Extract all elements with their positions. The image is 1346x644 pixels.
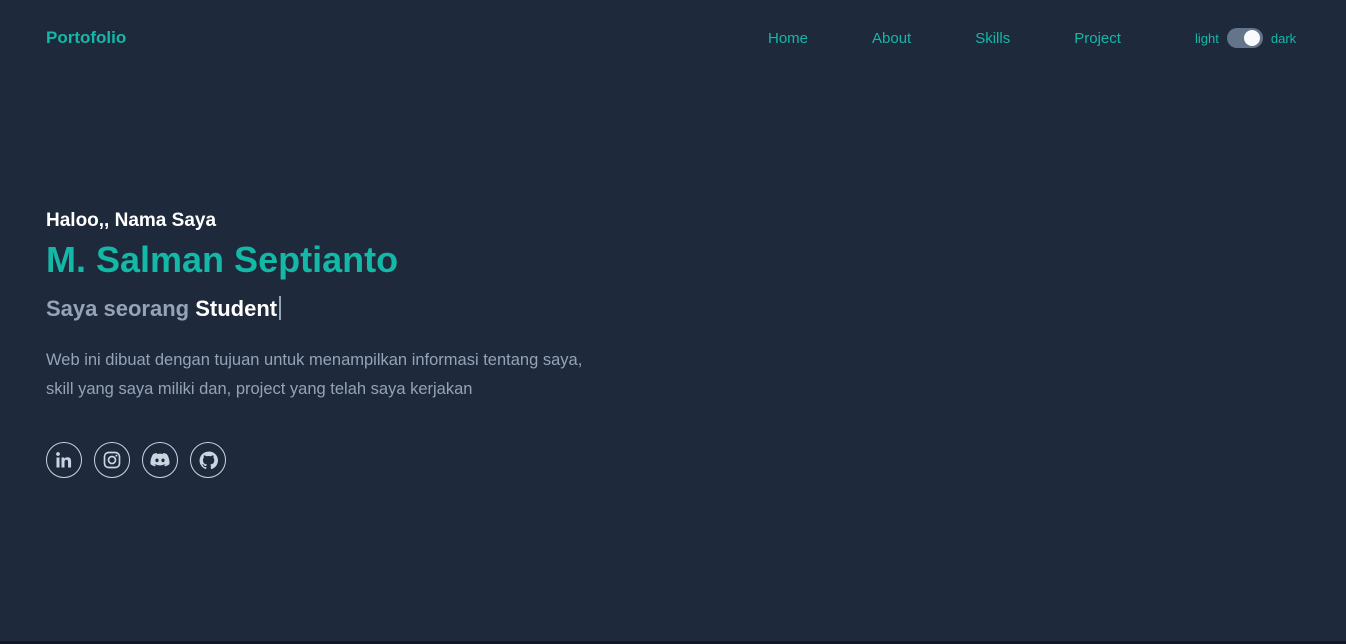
instagram-icon: [103, 451, 121, 469]
description-line-2: skill yang saya miliki dan, project yang…: [46, 380, 473, 398]
theme-toggle: light dark: [1195, 28, 1296, 48]
typing-cursor: [279, 296, 282, 320]
nav-project-link[interactable]: Project: [1074, 30, 1121, 47]
nav-skills-link[interactable]: Skills: [975, 30, 1010, 47]
theme-light-label: light: [1195, 30, 1219, 46]
role-prefix: Saya seorang: [46, 296, 190, 321]
linkedin-icon: [56, 452, 72, 468]
github-link[interactable]: [190, 442, 226, 478]
instagram-link[interactable]: [94, 442, 130, 478]
description-line-1: Web ini dibuat dengan tujuan untuk menam…: [46, 351, 583, 369]
discord-icon: [150, 453, 170, 467]
social-links: [46, 442, 666, 478]
hero-role: Saya seorang Student: [46, 294, 666, 324]
discord-link[interactable]: [142, 442, 178, 478]
brand-logo-link[interactable]: Portofolio: [46, 28, 126, 48]
hero-name: M. Salman Septianto: [46, 239, 399, 280]
hero-greeting: Haloo,, Nama Saya: [46, 210, 217, 231]
linkedin-link[interactable]: [46, 442, 82, 478]
switch-knob: [1243, 30, 1260, 46]
nav-about-link[interactable]: About: [872, 30, 911, 47]
top-navbar: Portofolio Home About Skills Project lig…: [0, 0, 1346, 78]
portfolio-page: Portofolio Home About Skills Project lig…: [0, 0, 1346, 644]
theme-dark-label: dark: [1270, 30, 1297, 46]
hero-description: Web ini dibuat dengan tujuan untuk menam…: [46, 346, 646, 404]
nav-home-link[interactable]: Home: [768, 30, 808, 47]
hero-section: Haloo,, Nama Saya M. Salman Septianto Sa…: [46, 208, 666, 478]
github-icon: [199, 451, 218, 469]
main-nav: Home About Skills Project: [768, 30, 1121, 47]
dark-mode-switch[interactable]: [1226, 28, 1263, 48]
role-typed-word: Student: [195, 296, 278, 321]
